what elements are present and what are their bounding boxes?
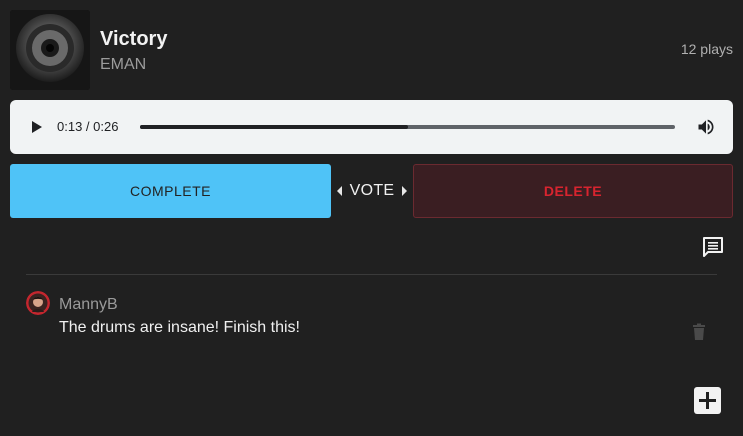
comments-list-icon[interactable] xyxy=(702,236,724,258)
trash-icon[interactable] xyxy=(691,323,707,341)
complete-button[interactable]: COMPLETE xyxy=(10,164,331,218)
album-cover-image xyxy=(10,10,90,90)
comment-item: MannyB The drums are insane! Finish this… xyxy=(26,291,717,351)
arrow-right-icon[interactable] xyxy=(402,186,407,196)
vote-control: VOTE xyxy=(331,164,413,218)
comment-author[interactable]: MannyB xyxy=(59,296,118,314)
play-icon[interactable] xyxy=(26,117,46,137)
volume-icon[interactable] xyxy=(696,117,716,137)
progress-fill xyxy=(140,125,408,129)
audio-player: 0:13 / 0:26 xyxy=(10,100,733,154)
delete-button[interactable]: DELETE xyxy=(413,164,733,218)
add-comment-button[interactable] xyxy=(694,387,721,414)
track-page: Victory EMAN 12 plays 0:13 / 0:26 COMPLE… xyxy=(0,0,743,436)
comments-divider xyxy=(26,274,717,275)
progress-bar[interactable] xyxy=(140,125,675,129)
track-artist[interactable]: EMAN xyxy=(100,56,146,74)
track-header: Victory EMAN 12 plays xyxy=(10,10,733,90)
plus-icon xyxy=(699,392,716,409)
comment-text: The drums are insane! Finish this! xyxy=(59,319,300,336)
playback-time: 0:13 / 0:26 xyxy=(57,119,119,134)
vote-label: VOTE xyxy=(349,182,395,199)
avatar[interactable] xyxy=(26,291,50,315)
track-title: Victory xyxy=(100,28,168,50)
play-count: 12 plays xyxy=(680,41,733,57)
